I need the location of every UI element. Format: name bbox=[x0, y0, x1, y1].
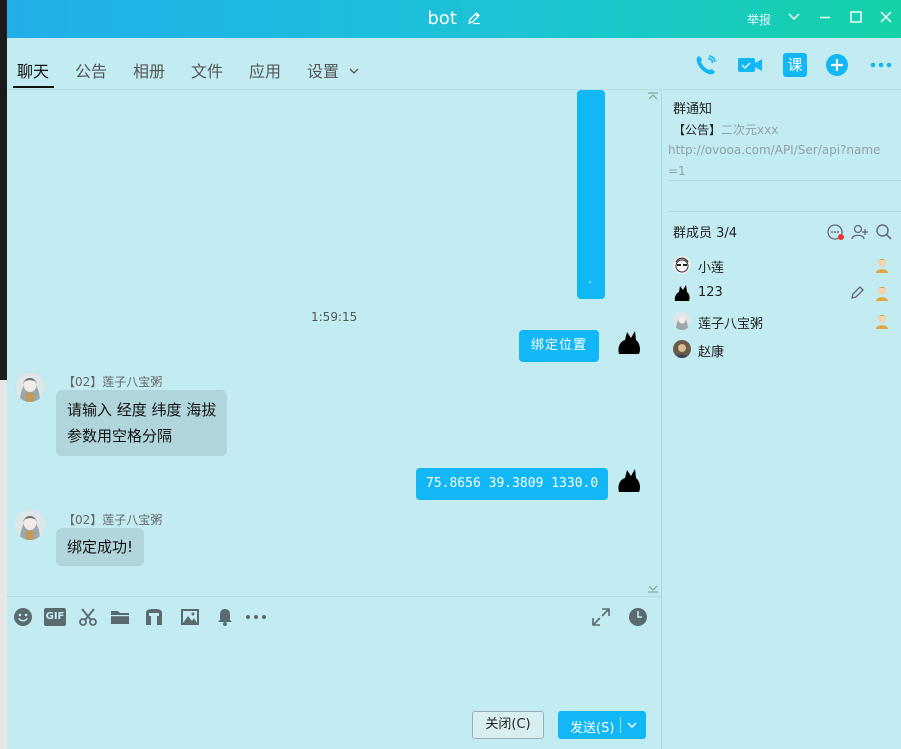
phone-icon[interactable] bbox=[694, 53, 718, 77]
chevron-down-icon[interactable] bbox=[626, 717, 638, 733]
add-member-icon[interactable] bbox=[851, 223, 869, 241]
tab-album[interactable]: 相册 bbox=[133, 58, 165, 82]
close-button[interactable]: 关闭(C) bbox=[472, 711, 544, 739]
message-list[interactable]: . 1:59:15 绑定位置 【02】莲子八宝粥 请输入 经度 纬度 海拔 参数… bbox=[7, 90, 661, 596]
member-name: 123 bbox=[698, 285, 723, 300]
title-bar: bot 举报 bbox=[7, 0, 901, 38]
search-icon[interactable] bbox=[875, 223, 893, 241]
bubble-text: . bbox=[588, 272, 592, 286]
expand-icon[interactable] bbox=[591, 607, 611, 627]
incoming-message[interactable]: 绑定成功! bbox=[56, 528, 145, 566]
member-avatar bbox=[673, 284, 691, 302]
more-dots-icon[interactable] bbox=[245, 607, 266, 627]
maximize-icon[interactable] bbox=[849, 10, 867, 28]
tab-apps[interactable]: 应用 bbox=[249, 58, 281, 82]
sender-name: 【02】莲子八宝粥 bbox=[63, 375, 163, 389]
group-chat-icon[interactable] bbox=[827, 223, 845, 241]
chevron-down-icon bbox=[349, 68, 359, 74]
message-bubble-partial: . bbox=[577, 90, 605, 299]
close-icon[interactable] bbox=[879, 10, 897, 28]
background-window-strip bbox=[0, 380, 7, 749]
report-link[interactable]: 举报 bbox=[747, 11, 771, 28]
music-icon[interactable] bbox=[144, 607, 164, 627]
history-icon[interactable] bbox=[628, 607, 648, 627]
gif-icon[interactable]: GIF bbox=[44, 608, 66, 626]
panel-divider bbox=[661, 90, 662, 749]
scissors-icon[interactable] bbox=[78, 607, 98, 627]
class-icon[interactable]: 课 bbox=[783, 53, 807, 77]
admin-badge-icon bbox=[873, 312, 891, 330]
scroll-up-icon[interactable] bbox=[647, 91, 659, 101]
sender-name: 【02】莲子八宝粥 bbox=[63, 513, 163, 527]
my-avatar-cat-icon[interactable] bbox=[615, 326, 643, 358]
edit-icon[interactable] bbox=[850, 284, 868, 302]
sender-avatar[interactable] bbox=[15, 372, 45, 402]
bell-icon[interactable] bbox=[215, 607, 235, 627]
admin-badge-icon bbox=[873, 284, 891, 302]
chat-window: bot 举报 聊天 公告 相册 文件 应用 设置 课 . 1:59:15 绑定位… bbox=[7, 0, 901, 749]
tab-chat[interactable]: 聊天 bbox=[17, 58, 49, 82]
members-divider bbox=[668, 211, 901, 212]
edit-name-icon[interactable] bbox=[467, 9, 481, 30]
input-toolbar: GIF bbox=[7, 596, 661, 636]
sender-avatar[interactable] bbox=[15, 510, 45, 540]
tab-settings[interactable]: 设置 bbox=[307, 58, 360, 82]
background-terminal-strip bbox=[0, 0, 7, 749]
send-button-divider bbox=[620, 717, 621, 733]
notice-prefix: 【公告】 bbox=[673, 123, 722, 137]
more-icon[interactable] bbox=[869, 53, 893, 77]
member-avatar bbox=[673, 312, 691, 330]
member-name: 赵康 bbox=[698, 345, 725, 360]
incoming-message[interactable]: 请输入 经度 纬度 海拔 参数用空格分隔 bbox=[56, 390, 228, 456]
message-input[interactable] bbox=[7, 636, 661, 706]
video-icon[interactable] bbox=[737, 53, 762, 77]
chevron-down-icon[interactable] bbox=[787, 10, 805, 28]
members-title: 群成员 3/4 bbox=[673, 226, 738, 241]
notice-text: 二次元xxx bbox=[721, 123, 779, 137]
admin-badge-icon bbox=[873, 256, 891, 274]
notice-url[interactable]: http://ovooa.com/API/Ser/api?name=1 bbox=[668, 140, 888, 182]
active-tab-indicator bbox=[13, 86, 54, 88]
my-avatar-cat-icon[interactable] bbox=[615, 464, 643, 496]
message-line: 请输入 经度 纬度 海拔 bbox=[67, 401, 217, 419]
minimize-icon[interactable] bbox=[818, 10, 836, 28]
member-name: 莲子八宝粥 bbox=[698, 317, 764, 332]
member-avatar bbox=[673, 256, 691, 274]
tab-announcement[interactable]: 公告 bbox=[75, 58, 107, 82]
scroll-down-icon[interactable] bbox=[647, 584, 659, 594]
message-line: 绑定成功! bbox=[67, 538, 134, 556]
group-notice-title: 群通知 bbox=[673, 102, 713, 117]
tab-files[interactable]: 文件 bbox=[191, 58, 223, 82]
message-timestamp: 1:59:15 bbox=[311, 310, 358, 324]
image-icon[interactable] bbox=[180, 607, 200, 627]
message-line: 参数用空格分隔 bbox=[67, 427, 173, 445]
member-name: 小莲 bbox=[698, 261, 725, 276]
send-button-label: 发送(S) bbox=[570, 721, 615, 736]
tab-bar: 聊天 公告 相册 文件 应用 设置 课 bbox=[7, 38, 901, 90]
group-notice-summary[interactable]: 【公告】二次元xxx bbox=[673, 121, 778, 138]
outgoing-message[interactable]: 75.8656 39.3809 1330.0 bbox=[416, 468, 609, 500]
member-avatar bbox=[673, 340, 691, 358]
send-button[interactable]: 发送(S) bbox=[558, 711, 646, 739]
folder-icon[interactable] bbox=[110, 607, 130, 627]
emoji-icon[interactable] bbox=[13, 607, 33, 627]
group-name: bot bbox=[427, 8, 457, 29]
add-app-icon[interactable] bbox=[825, 53, 849, 77]
tab-settings-label: 设置 bbox=[307, 62, 340, 81]
notice-divider bbox=[668, 180, 901, 181]
outgoing-message[interactable]: 绑定位置 bbox=[519, 330, 600, 362]
